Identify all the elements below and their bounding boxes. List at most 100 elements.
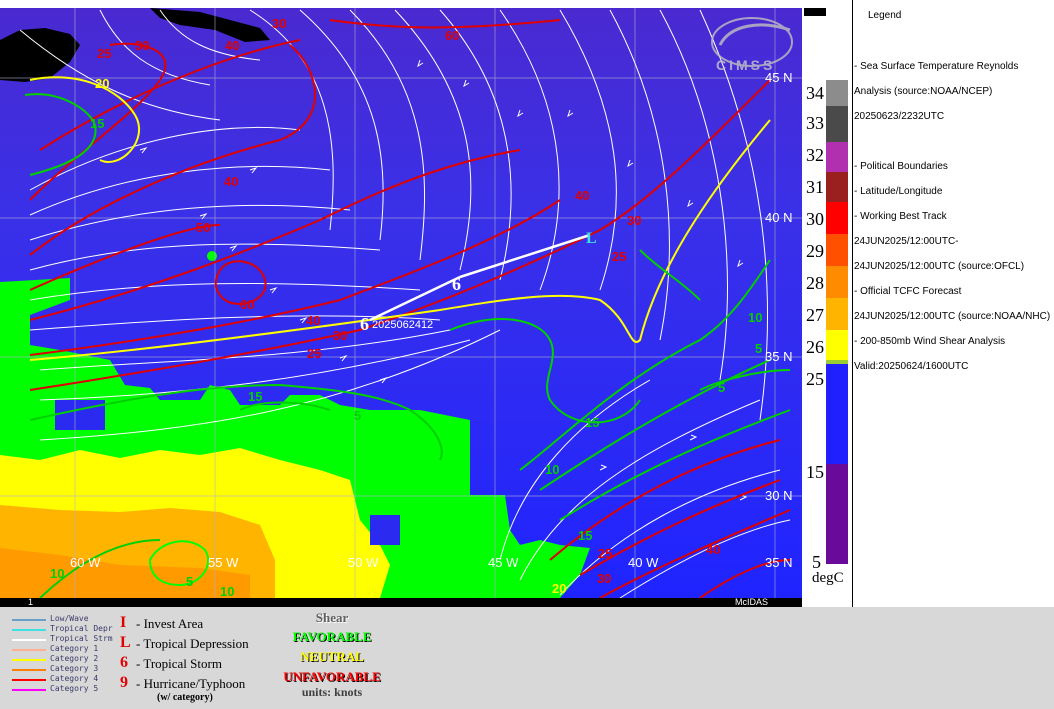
symbol-label: - Invest Area (136, 616, 204, 631)
legend-line: - Sea Surface Temperature Reynolds (854, 61, 1019, 72)
colorbar-label: 26 (806, 337, 824, 357)
track-label: 2025062412 (372, 319, 433, 331)
contour-label: 20 (95, 76, 109, 91)
key-line-low (12, 619, 46, 621)
key-line-ts (12, 639, 46, 641)
legend-line: - Official TCFC Forecast (854, 286, 962, 297)
legend-line: 20250623/2232UTC (854, 111, 945, 122)
key-label: Low/Wave (50, 614, 89, 623)
key-line-cat3 (12, 669, 46, 671)
legend-line: Valid:20250624/1600UTC (854, 361, 969, 372)
contour-label: 40 (575, 188, 589, 203)
invest-icon: I (120, 614, 127, 631)
top-border (0, 0, 802, 8)
key-line-cat2 (12, 659, 46, 661)
frame-number: 1 (28, 597, 33, 607)
legend-line: Analysis (source:NOAA/NCEP) (854, 86, 993, 97)
contour-label: 15 (248, 389, 262, 404)
legend-panel: Legend - Sea Surface Temperature Reynold… (852, 0, 1054, 607)
contour-label: 30 (135, 38, 149, 53)
colorbar-label: 27 (806, 305, 824, 325)
colorbar-label: 25 (806, 369, 824, 389)
legend-line: - Working Best Track (854, 211, 947, 222)
contour-label: 60 (445, 28, 459, 43)
contour-label: 25 (598, 546, 612, 561)
lon-label: 40 W (628, 555, 659, 570)
sst-colorbar: 34 33 32 31 30 29 28 27 26 25 15 5 degC (802, 0, 852, 607)
contour-label: 30 (272, 16, 286, 31)
contour-label: 30 (333, 328, 347, 343)
lat-label: 35 N (765, 555, 792, 570)
lon-label: 50 W (348, 555, 379, 570)
key-label: Tropical Strm (50, 634, 113, 643)
symbol-label: - Hurricane/Typhoon (136, 676, 246, 691)
colorbar-unit: degC (812, 570, 844, 586)
shear-title: Shear (315, 610, 349, 625)
key-label: Tropical Depr (50, 624, 113, 633)
contour-label: 5 (718, 380, 725, 395)
bottom-key: Low/Wave Tropical Depr Tropical Strm Cat… (0, 607, 1054, 709)
contour-label: 25 (97, 46, 111, 61)
hurricane-icon: 9 (120, 674, 128, 691)
contour-label: 10 (748, 310, 762, 325)
storm-symbol-current: L (586, 230, 597, 247)
contour-label: 5 (755, 341, 762, 356)
contour-label: 5 (354, 408, 361, 423)
colorbar-label: 34 (806, 83, 824, 103)
colorbar-label: 29 (806, 241, 824, 261)
key-label: Category 3 (50, 664, 99, 673)
shear-favorable: FAVORABLE (292, 629, 372, 644)
contour-label: 40 (224, 174, 238, 189)
colorbar-label: 30 (806, 209, 824, 229)
contour-label: 60 (240, 297, 254, 312)
legend-line: 24JUN2025/12:00UTC (source:NOAA/NHC) (854, 311, 1051, 322)
mcidas-label: McIDAS (735, 597, 768, 607)
contour-label: 10 (220, 584, 234, 599)
shear-map: 6 6 L 2025062412 30 30 40 60 25 20 15 40… (0, 0, 802, 607)
footer-bar (0, 598, 802, 607)
contour-label: 40 (706, 542, 720, 557)
legend-line: 24JUN2025/12:00UTC (source:OFCL) (854, 261, 1025, 272)
shear-unfavorable: UNFAVORABLE (283, 669, 381, 684)
contour-label: 5 (186, 574, 193, 589)
lon-label: 55 W (208, 555, 239, 570)
contour-label: 20 (552, 581, 566, 596)
lon-label: 60 W (70, 555, 101, 570)
contour-label: 50 (196, 220, 210, 235)
svg-text:CIMSS: CIMSS (716, 57, 775, 73)
key-line-cat5 (12, 689, 46, 691)
key-line-cat4 (12, 679, 46, 681)
sst-cool-patch (55, 400, 105, 430)
lat-label: 40 N (765, 210, 792, 225)
symbol-label: - Tropical Depression (136, 636, 249, 651)
colorbar-label: 31 (806, 177, 824, 197)
symbols-note: (w/ category) (157, 692, 213, 703)
lat-label: 35 N (765, 349, 792, 364)
legend-line: - 200-850mb Wind Shear Analysis (854, 336, 1006, 347)
contour-label: 25 (612, 249, 626, 264)
lat-label: 30 N (765, 488, 792, 503)
colorbar-label: 33 (806, 113, 824, 133)
depression-icon: L (120, 634, 131, 651)
storm-symbol-mid: 6 (452, 274, 461, 294)
sst-cool-patch-2 (370, 515, 400, 545)
key-label: Category 1 (50, 644, 99, 653)
key-line-td (12, 629, 46, 631)
contour-label: 15 (578, 528, 592, 543)
legend-line: - Latitude/Longitude (854, 186, 943, 197)
legend-line: 24JUN2025/12:00UTC- (854, 236, 959, 247)
legend-title: Legend (868, 10, 902, 21)
tropical-storm-icon: 6 (120, 654, 128, 671)
contour-label: 40 (225, 38, 239, 53)
colorbar-label: 15 (806, 462, 824, 482)
key-label: Category 2 (50, 654, 99, 663)
lon-label: 45 W (488, 555, 519, 570)
shear-units: units: knots (301, 685, 363, 699)
legend-line: - Political Boundaries (854, 161, 948, 172)
map-canvas: 6 6 L 2025062412 30 30 40 60 25 20 15 40… (0, 0, 802, 607)
key-line-cat1 (12, 649, 46, 651)
contour-label: 25 (307, 346, 321, 361)
contour-label: 15 (585, 415, 599, 430)
contour-label: 10 (545, 462, 559, 477)
colorbar-label: 28 (806, 273, 824, 293)
